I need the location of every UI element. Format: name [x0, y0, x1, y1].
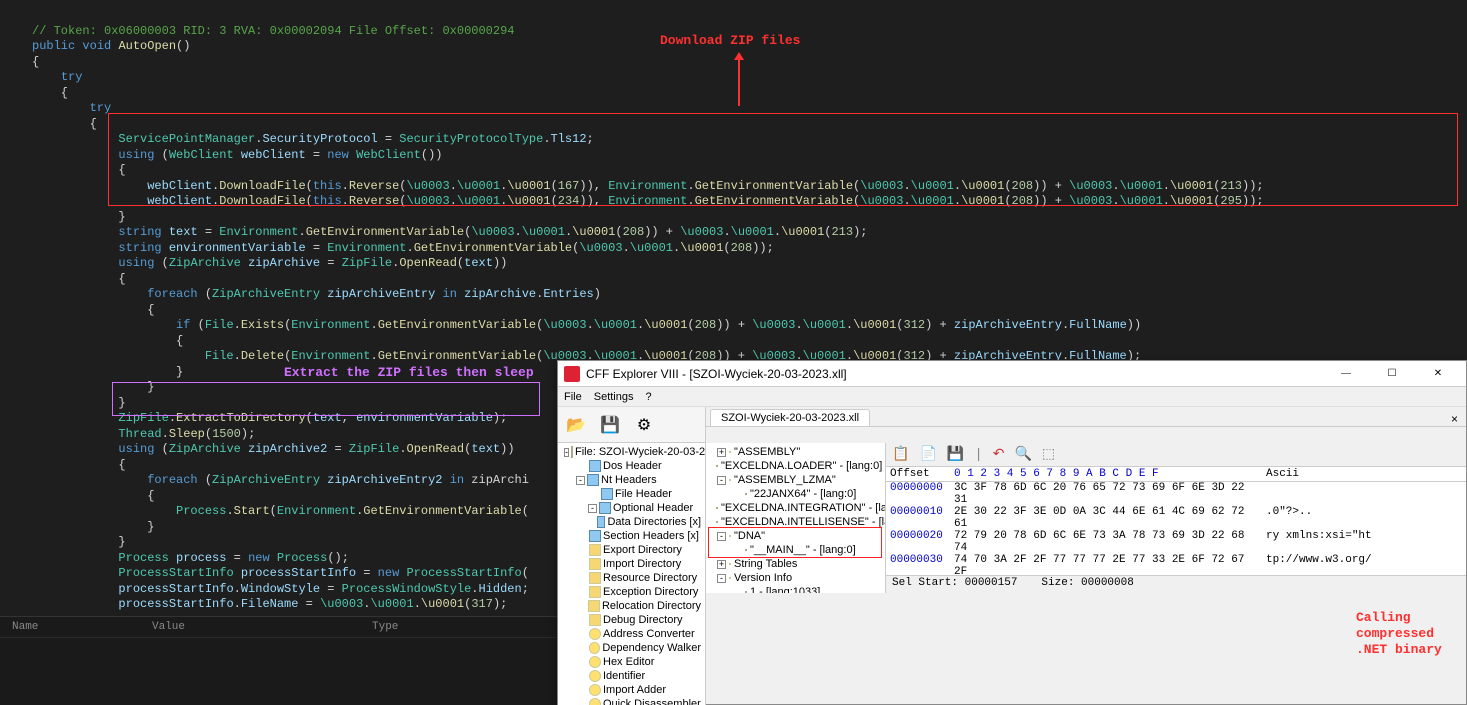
find-icon[interactable]: 🔍: [1014, 446, 1031, 463]
col-name[interactable]: Name: [8, 619, 148, 635]
col-value[interactable]: Value: [148, 619, 368, 635]
resource-item[interactable]: -"ASSEMBLY_LZMA": [708, 473, 883, 487]
tree-item[interactable]: Import Adder: [560, 683, 703, 697]
tree-item[interactable]: Exception Directory: [560, 585, 703, 599]
tree-item[interactable]: Section Headers [x]: [560, 529, 703, 543]
resource-item[interactable]: -"DNA": [708, 529, 883, 543]
open-icon[interactable]: 📂: [564, 413, 588, 437]
tab-bar[interactable]: SZOI-Wyciek-20-03-2023.xll ×: [706, 407, 1466, 427]
menubar[interactable]: File Settings ?: [558, 387, 1466, 407]
tree-item[interactable]: File Header: [560, 487, 703, 501]
tree-item[interactable]: Quick Disassembler: [560, 697, 703, 705]
settings-icon[interactable]: ⚙: [632, 413, 656, 437]
undo-icon[interactable]: ↶: [993, 446, 1005, 463]
menu-help[interactable]: ?: [645, 391, 651, 403]
arrow-icon: [738, 58, 740, 106]
hex-row[interactable]: 0000002072 79 20 78 6D 6C 6E 73 3A 78 73…: [886, 530, 1466, 554]
tree-item[interactable]: Data Directories [x]: [560, 515, 703, 529]
window-title: CFF Explorer VIII - [SZOI-Wyciek-20-03-2…: [586, 367, 1324, 381]
tree-item[interactable]: Resource Directory: [560, 571, 703, 585]
hex-row[interactable]: 000000102E 30 22 3F 3E 0D 0A 3C 44 6E 61…: [886, 506, 1466, 530]
tab-close-icon[interactable]: ×: [1451, 412, 1458, 426]
tree-item[interactable]: Debug Directory: [560, 613, 703, 627]
hex-header: Offset 0 1 2 3 4 5 6 7 8 9 A B C D E F A…: [886, 467, 1466, 482]
app-icon: [564, 366, 580, 382]
tree-item[interactable]: Export Directory: [560, 543, 703, 557]
annotation-calling-label: Calling compressed .NET binary: [1356, 610, 1461, 658]
menu-file[interactable]: File: [564, 391, 582, 403]
hex-toolbar: 📋 📄 💾 | ↶ 🔍 ⬚: [886, 443, 1466, 467]
resource-tree[interactable]: +"ASSEMBLY""EXCELDNA.LOADER" - [lang:0]-…: [706, 443, 886, 593]
resource-item[interactable]: "EXCELDNA.LOADER" - [lang:0]: [708, 459, 883, 473]
titlebar[interactable]: CFF Explorer VIII - [SZOI-Wyciek-20-03-2…: [558, 361, 1466, 387]
hex-row[interactable]: 000000003C 3F 78 6D 6C 20 76 65 72 73 69…: [886, 482, 1466, 506]
resource-item[interactable]: 1 - [lang:1033]: [708, 585, 883, 593]
maximize-button[interactable]: ☐: [1370, 363, 1414, 385]
tree-item[interactable]: Dos Header: [560, 459, 703, 473]
pe-tree[interactable]: -File: SZOI-Wyciek-20-03-2023.xllDos Hea…: [558, 443, 706, 705]
status-size: Size: 00000008: [1041, 577, 1133, 592]
code-comment: // Token: 0x06000003 RID: 3 RVA: 0x00002…: [32, 24, 514, 38]
tree-item[interactable]: Address Converter: [560, 627, 703, 641]
tree-item[interactable]: Identifier: [560, 669, 703, 683]
tree-item[interactable]: Hex Editor: [560, 655, 703, 669]
menu-settings[interactable]: Settings: [594, 391, 634, 403]
resource-item[interactable]: +String Tables: [708, 557, 883, 571]
annotation-extract-label: Extract the ZIP files then sleep: [284, 365, 534, 380]
tree-item[interactable]: -File: SZOI-Wyciek-20-03-2023.xll: [560, 445, 703, 459]
tree-item[interactable]: -Nt Headers: [560, 473, 703, 487]
resource-item[interactable]: -Version Info: [708, 571, 883, 585]
close-button[interactable]: ✕: [1416, 363, 1460, 385]
hex-row[interactable]: 0000003074 70 3A 2F 2F 77 77 77 2E 77 33…: [886, 554, 1466, 575]
col-type[interactable]: Type: [368, 619, 428, 635]
goto-icon[interactable]: ⬚: [1042, 446, 1055, 463]
status-sel: Sel Start: 00000157: [892, 577, 1017, 592]
copy-icon[interactable]: 📋: [892, 446, 909, 463]
tree-item[interactable]: Relocation Directory: [560, 599, 703, 613]
minimize-button[interactable]: —: [1324, 363, 1368, 385]
tree-item[interactable]: Dependency Walker: [560, 641, 703, 655]
left-toolbar: 📂 💾 ⚙: [558, 407, 706, 443]
resource-item[interactable]: "22JANX64" - [lang:0]: [708, 487, 883, 501]
annotation-download-label: Download ZIP files: [660, 33, 800, 48]
resource-item[interactable]: "EXCELDNA.INTELLISENSE" - [lang:0]: [708, 515, 883, 529]
resource-item[interactable]: "EXCELDNA.INTEGRATION" - [lang:0]: [708, 501, 883, 515]
save-hex-icon[interactable]: 💾: [947, 446, 964, 463]
status-bar: Sel Start: 00000157 Size: 00000008: [886, 575, 1466, 593]
tree-item[interactable]: Import Directory: [560, 557, 703, 571]
paste-icon[interactable]: 📄: [919, 446, 936, 463]
resource-item[interactable]: "__MAIN__" - [lang:0]: [708, 543, 883, 557]
file-tab[interactable]: SZOI-Wyciek-20-03-2023.xll: [710, 409, 870, 426]
tree-item[interactable]: -Optional Header: [560, 501, 703, 515]
cff-explorer-window[interactable]: CFF Explorer VIII - [SZOI-Wyciek-20-03-2…: [557, 360, 1467, 705]
save-icon[interactable]: 💾: [598, 413, 622, 437]
resource-item[interactable]: +"ASSEMBLY": [708, 445, 883, 459]
hex-view[interactable]: 📋 📄 💾 | ↶ 🔍 ⬚ Offset 0 1 2 3 4 5 6 7 8 9…: [886, 443, 1466, 593]
